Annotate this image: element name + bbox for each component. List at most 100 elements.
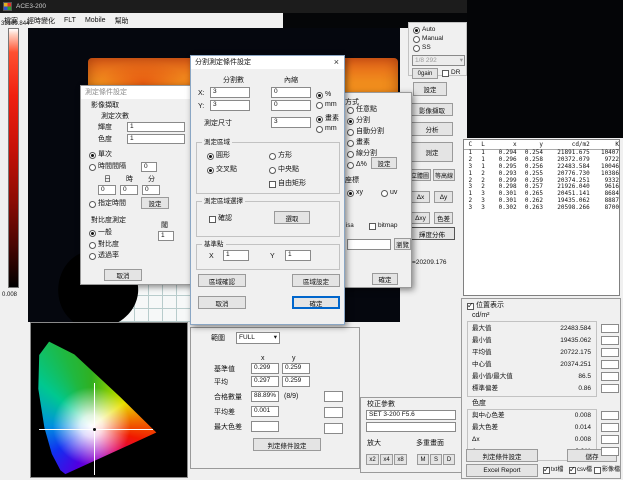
zoom-x8-button[interactable]: x8	[394, 454, 407, 465]
shutter-select[interactable]: 1/8 292 ▾	[412, 55, 465, 66]
multiscreen-S-button[interactable]: S	[430, 454, 442, 465]
method-option-radio-5[interactable]	[347, 162, 354, 169]
area-confirm-button[interactable]: 區域確認	[198, 274, 246, 287]
specified-time-set-button[interactable]: 設定	[141, 197, 169, 209]
delta-x-button[interactable]: Δx	[411, 191, 430, 203]
menu-item-4[interactable]: 幫助	[115, 16, 129, 26]
single-radio[interactable]	[89, 152, 96, 159]
confirm-checkbox[interactable]	[209, 216, 216, 223]
zoom-x4-button[interactable]: x4	[380, 454, 393, 465]
capture-button[interactable]: 影像擷取	[411, 103, 453, 116]
zoom-x2-button[interactable]: x2	[366, 454, 379, 465]
ref-y-field[interactable]: 0.259	[282, 363, 310, 374]
contour-button[interactable]: 等高線	[433, 169, 455, 181]
measure-button[interactable]: 測定	[411, 142, 453, 162]
avg-x-field[interactable]: 0.297	[251, 376, 279, 387]
csv-file-checkbox[interactable]	[569, 467, 576, 474]
y-inset-field[interactable]: 0	[271, 100, 311, 111]
judge-condition-button[interactable]: 判定條件設定	[253, 438, 321, 451]
set-button[interactable]: 設定	[413, 82, 447, 96]
table-header-L: L	[477, 140, 490, 149]
ref-x-field[interactable]: 0.299	[251, 363, 279, 374]
interval-radio[interactable]	[89, 164, 96, 171]
manual-radio[interactable]	[413, 36, 420, 43]
y-div-field[interactable]: 3	[210, 100, 250, 111]
hour-field[interactable]: 0	[120, 185, 138, 195]
contrast-radio[interactable]	[89, 242, 96, 249]
table-row[interactable]: 330.3020.26320598.2668700	[464, 205, 619, 212]
menu-item-3[interactable]: Mobile	[85, 17, 106, 24]
map3d-button[interactable]: 立體圖	[409, 169, 431, 181]
measure-cancel-button[interactable]: 取消	[104, 269, 142, 281]
multiscreen-M-button[interactable]: M	[417, 454, 429, 465]
delta-y-button[interactable]: Δy	[434, 191, 453, 203]
x-div-field[interactable]: 3	[210, 87, 250, 98]
dr-checkbox[interactable]	[442, 70, 449, 77]
method-option-radio-3[interactable]	[347, 140, 354, 147]
size-mm-radio[interactable]	[316, 126, 323, 133]
size-pixel-radio[interactable]	[316, 116, 323, 123]
center-point-radio[interactable]	[269, 167, 276, 174]
xy-radio[interactable]	[347, 190, 354, 197]
base-x-field[interactable]: 1	[223, 250, 249, 261]
method-ok-button[interactable]: 確定	[372, 273, 398, 285]
chroma-stat-label: Δx	[472, 436, 480, 444]
chroma-count-field[interactable]: 1	[127, 134, 185, 144]
day-field[interactable]: 0	[98, 185, 116, 195]
interval-field[interactable]: 0	[141, 162, 157, 172]
base-y-field[interactable]: 1	[285, 250, 311, 261]
color-diff-button[interactable]: 色差	[434, 212, 453, 224]
inset-percent-radio[interactable]	[316, 92, 323, 99]
method-option-radio-2[interactable]	[347, 129, 354, 136]
freeform-checkbox[interactable]	[269, 181, 276, 188]
pick-button[interactable]: 選取	[274, 211, 310, 224]
excel-report-button[interactable]: Excel Report	[466, 464, 538, 477]
ss-radio[interactable]	[413, 45, 420, 52]
luminance-dist-button[interactable]: 輝度分佈	[409, 227, 455, 240]
uv-radio[interactable]	[381, 190, 388, 197]
area-set-button[interactable]: 區域設定	[292, 274, 340, 287]
cie-diagram[interactable]	[30, 322, 188, 478]
cross-radio[interactable]	[207, 167, 214, 174]
x-inset-field[interactable]: 0	[271, 87, 311, 98]
method-set-button[interactable]: 設定	[371, 157, 397, 169]
transmittance-radio[interactable]	[89, 253, 96, 260]
specified-time-radio[interactable]	[89, 201, 96, 208]
size-field[interactable]: 3	[271, 117, 311, 128]
luminance-count-field[interactable]: 1	[127, 122, 185, 132]
measurement-table[interactable]: CLxycd/m2K 110.2940.25421891.67510407210…	[463, 139, 620, 296]
lum-stat-value: 20722.175	[560, 349, 591, 357]
close-icon[interactable]: ×	[334, 56, 339, 69]
bitmap-path-field[interactable]	[347, 239, 391, 250]
menu-item-2[interactable]: FLT	[64, 17, 76, 24]
zero-gain-button[interactable]: 0gain	[412, 68, 438, 79]
txt-file-checkbox[interactable]	[543, 467, 550, 474]
stats-judge-button[interactable]: 判定條件設定	[466, 449, 538, 462]
method-option-radio-0[interactable]	[347, 107, 354, 114]
general-radio[interactable]	[89, 230, 96, 237]
menu-item-1[interactable]: 經時變化	[27, 16, 55, 26]
image-file-checkbox[interactable]	[594, 467, 601, 474]
bitmap-checkbox[interactable]	[369, 223, 376, 230]
minute-field[interactable]: 0	[142, 185, 160, 195]
browse-button[interactable]: 瀏覽	[394, 238, 411, 250]
range-value: FULL	[239, 334, 255, 341]
inset-mm-radio[interactable]	[316, 102, 323, 109]
count-label: 測定次數	[101, 113, 129, 121]
multiscreen-D-button[interactable]: D	[443, 454, 455, 465]
base-point-group: 基準點 X 1 Y 1	[196, 244, 340, 270]
inset-mm-label: mm	[325, 101, 337, 109]
auto-radio[interactable]	[413, 27, 420, 34]
range-select[interactable]: FULL ▾	[236, 332, 280, 344]
split-cancel-button[interactable]: 取消	[198, 296, 246, 309]
avg-y-field[interactable]: 0.259	[282, 376, 310, 387]
delta-xy-button[interactable]: Δxy	[411, 212, 430, 224]
analyze-button[interactable]: 分析	[411, 122, 453, 136]
split-ok-button[interactable]: 確定	[292, 296, 340, 309]
position-display-checkbox[interactable]	[467, 303, 474, 310]
square-radio[interactable]	[269, 153, 276, 160]
method-option-radio-1[interactable]	[347, 118, 354, 125]
method-option-radio-4[interactable]	[347, 151, 354, 158]
threshold-field[interactable]: 1	[158, 231, 174, 241]
circle-radio[interactable]	[207, 153, 214, 160]
